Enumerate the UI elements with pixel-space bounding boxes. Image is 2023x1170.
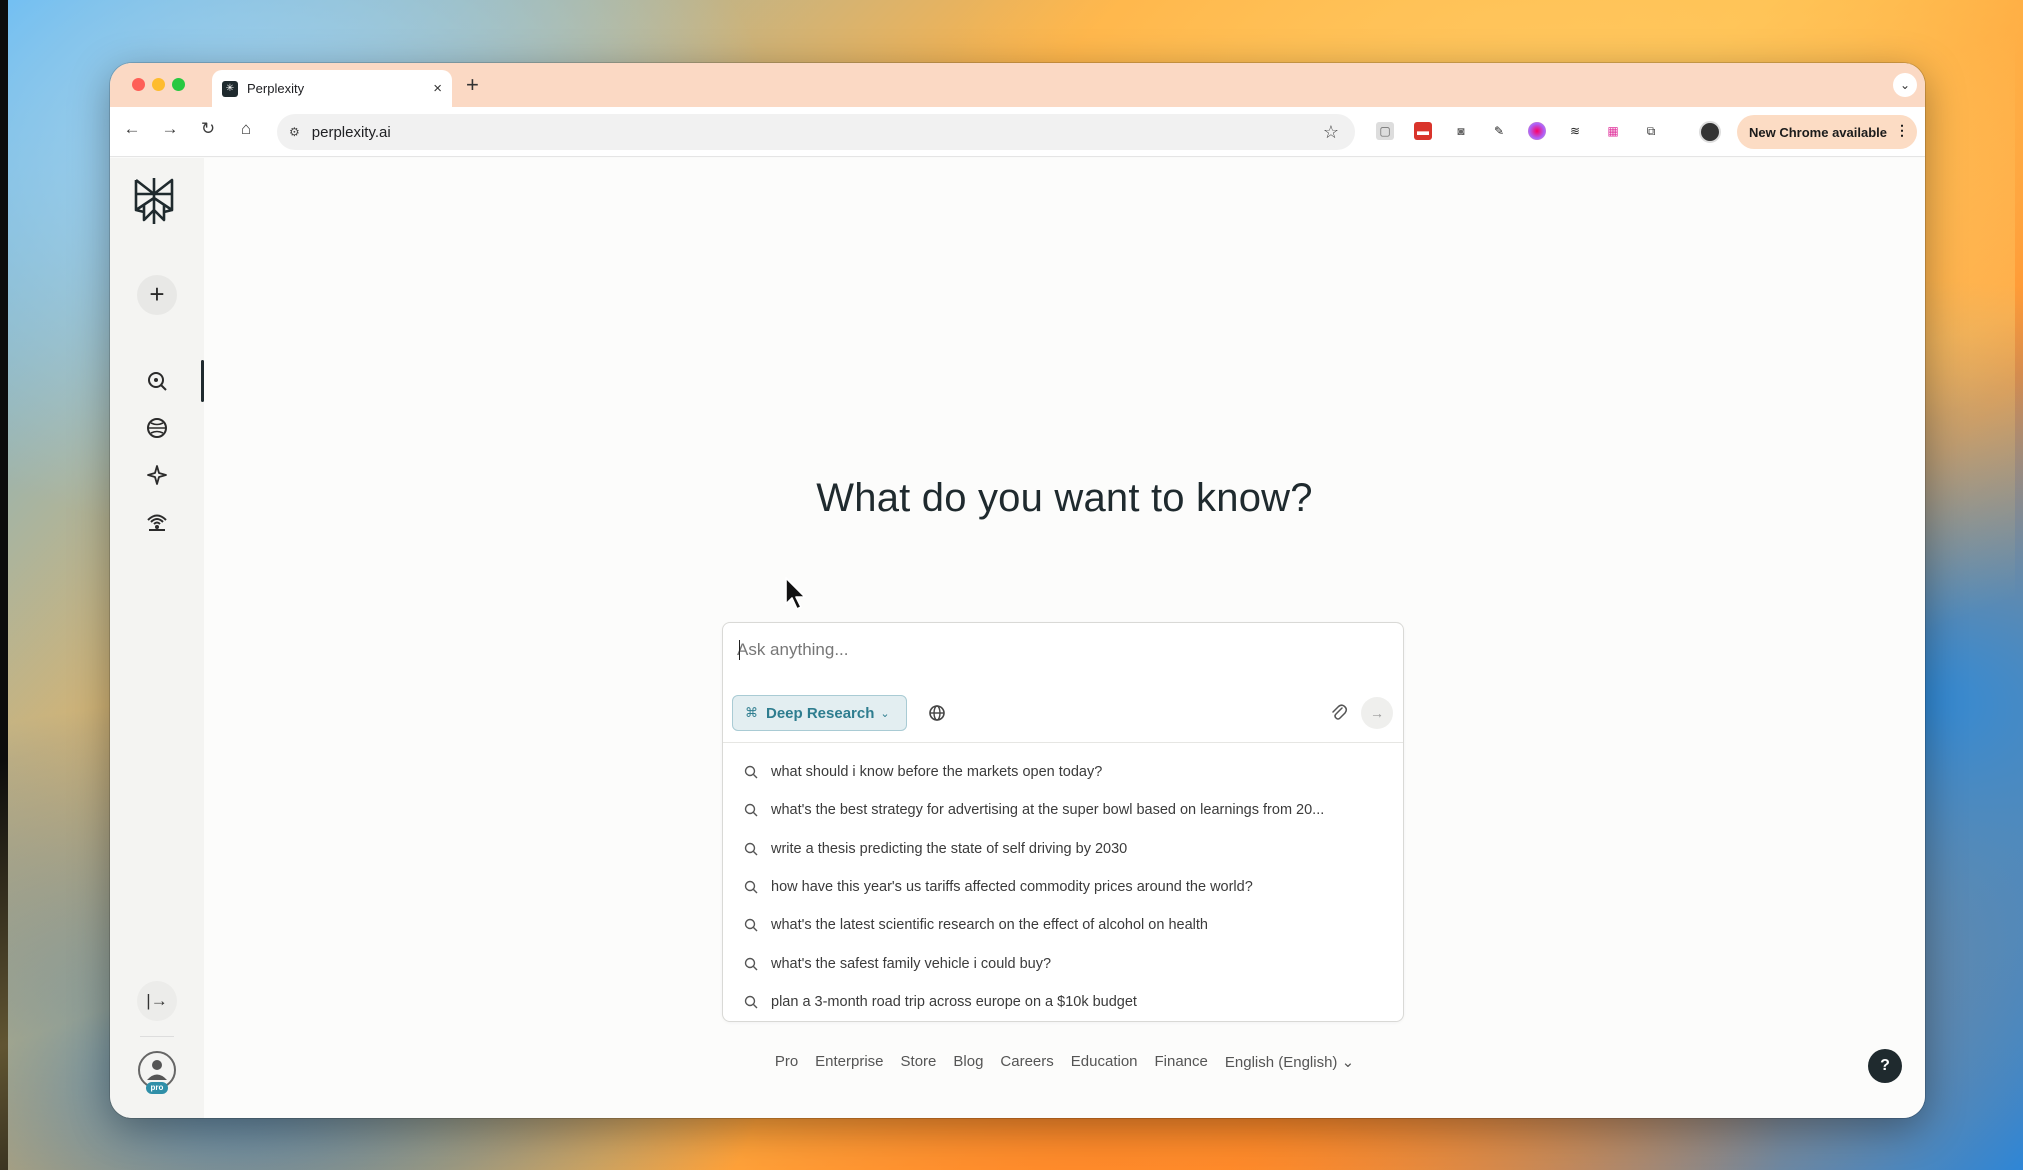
update-chrome-button[interactable]: New Chrome available ⋮ <box>1737 115 1917 149</box>
footer-link-careers[interactable]: Careers <box>1000 1053 1053 1071</box>
sparkle-icon[interactable] <box>145 463 169 487</box>
suggestion-item[interactable]: what's the safest family vehicle i could… <box>723 944 1403 982</box>
forward-button[interactable]: → <box>158 119 182 139</box>
sidebar-divider <box>140 1036 174 1037</box>
search-icon <box>744 765 758 779</box>
main-content: What do you want to know? ⌘ Deep Researc… <box>204 158 1925 1118</box>
figma-extension-icon[interactable]: ▦ <box>1604 122 1622 140</box>
search-icon <box>744 804 758 817</box>
tab-perplexity[interactable]: ✳ Perplexity × <box>212 70 452 107</box>
tab-close-icon[interactable]: × <box>433 80 442 97</box>
extensions-puzzle-icon[interactable]: ⧉ <box>1642 122 1660 140</box>
mouse-pointer-icon <box>785 577 806 610</box>
suggestion-item[interactable]: write a thesis predicting the state of s… <box>723 830 1403 868</box>
search-icon <box>744 919 758 932</box>
home-button[interactable]: ⌂ <box>234 119 258 139</box>
minimize-window-button[interactable] <box>152 78 165 91</box>
color-extension-icon[interactable] <box>1528 122 1546 140</box>
chevron-down-icon: ⌄ <box>880 707 890 720</box>
bookmark-star-icon[interactable]: ☆ <box>1323 122 1339 143</box>
perplexity-logo-icon[interactable] <box>132 176 176 226</box>
footer-link-education[interactable]: Education <box>1071 1053 1138 1071</box>
pro-badge: pro <box>146 1082 168 1094</box>
back-button[interactable]: ← <box>120 119 144 139</box>
tab-bar: ✳ Perplexity × + ⌄ <box>110 63 1925 107</box>
new-tab-button[interactable]: + <box>466 72 479 98</box>
card-divider <box>723 742 1403 743</box>
url-text: perplexity.ai <box>311 123 391 141</box>
more-menu-icon[interactable]: ⋮ <box>1895 122 1909 139</box>
profile-avatar[interactable] <box>1699 121 1721 143</box>
browser-window: ✳ Perplexity × + ⌄ ← → ↻ ⌂ ⚙ perplexity.… <box>110 63 1925 1118</box>
extension-icon-2[interactable]: ▬ <box>1414 122 1432 140</box>
suggestion-item[interactable]: what's the best strategy for advertising… <box>723 791 1403 829</box>
browser-toolbar: ← → ↻ ⌂ ⚙ perplexity.ai ☆ ▢ ▬ ◙ ✎ ≋ ▦ ⧉ … <box>110 107 1925 157</box>
attach-paperclip-icon[interactable] <box>1329 703 1349 723</box>
expand-sidebar-button[interactable]: |→ <box>137 981 177 1021</box>
suggestion-list: what should i know before the markets op… <box>723 753 1403 1021</box>
footer-links: Pro Enterprise Store Blog Careers Educat… <box>204 1053 1925 1071</box>
suggestion-text: what's the best strategy for advertising… <box>771 802 1325 819</box>
submit-button[interactable]: → <box>1361 697 1393 729</box>
deep-research-mode-button[interactable]: ⌘ Deep Research ⌄ <box>732 695 907 731</box>
help-button[interactable]: ? <box>1868 1049 1902 1083</box>
language-selector[interactable]: English (English) ⌄ <box>1225 1053 1354 1071</box>
footer-link-enterprise[interactable]: Enterprise <box>815 1053 883 1071</box>
suggestion-text: what's the safest family vehicle i could… <box>771 955 1052 972</box>
globe-icon[interactable] <box>145 416 169 440</box>
tab-search-button[interactable]: ⌄ <box>1893 73 1917 97</box>
maximize-window-button[interactable] <box>172 78 185 91</box>
new-thread-button[interactable]: + <box>137 275 177 315</box>
sources-globe-icon[interactable] <box>927 703 947 723</box>
suggestion-text: write a thesis predicting the state of s… <box>771 840 1128 857</box>
suggestion-text: how have this year's us tariffs affected… <box>771 879 1253 896</box>
text-caret <box>739 640 740 660</box>
suggestion-text: plan a 3-month road trip across europe o… <box>771 993 1137 1010</box>
footer-link-pro[interactable]: Pro <box>775 1053 798 1071</box>
suggestion-item[interactable]: what should i know before the markets op… <box>723 753 1403 791</box>
search-icon <box>744 995 758 1009</box>
close-window-button[interactable] <box>132 78 145 91</box>
search-icon <box>744 842 758 856</box>
tab-title: Perplexity <box>247 81 305 96</box>
mode-label: Deep Research <box>766 704 875 722</box>
deep-research-icon: ⌘ <box>745 705 758 720</box>
footer-link-store[interactable]: Store <box>901 1053 937 1071</box>
search-icon <box>744 957 758 971</box>
page-title: What do you want to know? <box>816 476 1313 520</box>
layers-extension-icon[interactable]: ≋ <box>1566 122 1584 140</box>
footer-link-finance[interactable]: Finance <box>1155 1053 1208 1071</box>
suggestion-item[interactable]: how have this year's us tariffs affected… <box>723 868 1403 906</box>
search-input[interactable] <box>737 635 1387 665</box>
broadcast-icon[interactable] <box>145 509 169 533</box>
address-bar[interactable]: ⚙ perplexity.ai ☆ <box>277 114 1355 150</box>
search-icon[interactable] <box>145 369 169 393</box>
suggestion-text: what should i know before the markets op… <box>771 764 1103 781</box>
perplexity-favicon-icon: ✳ <box>222 80 238 97</box>
sidebar: + |→ pro <box>110 158 204 1118</box>
suggestion-item[interactable]: plan a 3-month road trip across europe o… <box>723 983 1403 1021</box>
search-box: ⌘ Deep Research ⌄ → what should i know b… <box>722 622 1404 1022</box>
site-settings-icon[interactable]: ⚙ <box>289 125 300 139</box>
camera-extension-icon[interactable]: ◙ <box>1452 122 1470 140</box>
reload-button[interactable]: ↻ <box>196 119 220 139</box>
suggestion-text: what's the latest scientific research on… <box>771 917 1208 934</box>
update-label: New Chrome available <box>1749 124 1887 140</box>
footer-link-blog[interactable]: Blog <box>953 1053 983 1071</box>
suggestion-item[interactable]: what's the latest scientific research on… <box>723 906 1403 944</box>
extension-icon-1[interactable]: ▢ <box>1376 122 1394 140</box>
pen-extension-icon[interactable]: ✎ <box>1490 122 1508 140</box>
search-icon <box>744 880 758 894</box>
